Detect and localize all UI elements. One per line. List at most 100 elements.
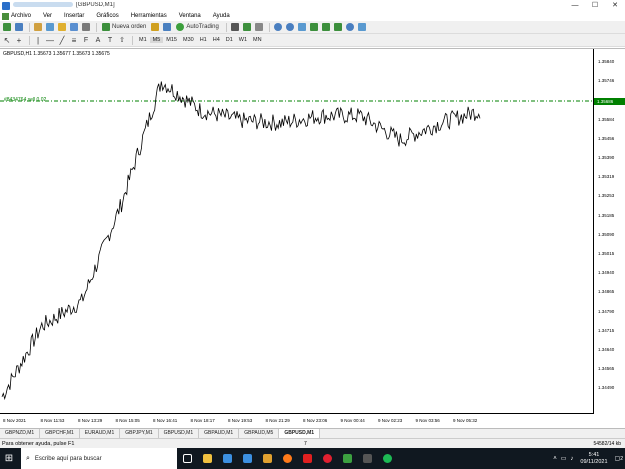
- redacted-title-blur: [13, 2, 73, 8]
- timeframe-w1[interactable]: W1: [236, 37, 250, 43]
- tile-windows-icon[interactable]: [297, 22, 307, 32]
- menu-ayuda[interactable]: Ayuda: [207, 11, 236, 21]
- fibonacci-icon[interactable]: F: [81, 35, 91, 45]
- separator: [29, 22, 30, 32]
- timeframe-h1[interactable]: H1: [197, 37, 210, 43]
- tester-icon[interactable]: [81, 22, 91, 32]
- app-icon-3[interactable]: [237, 448, 257, 469]
- y-tick-label: 1.34490: [598, 385, 615, 391]
- menu-herramientas[interactable]: Herramientas: [125, 11, 173, 21]
- tab-gbpaud-m1[interactable]: GBPAUD,M1: [199, 429, 240, 438]
- tab-euraud-m1[interactable]: EURAUD,M1: [80, 429, 121, 438]
- timeframe-m1[interactable]: M1: [136, 37, 150, 43]
- close-button[interactable]: ✕: [605, 0, 625, 11]
- timeframe-m15[interactable]: M15: [163, 37, 180, 43]
- chevron-up-icon[interactable]: ˄: [551, 456, 559, 462]
- profiles-button[interactable]: [14, 22, 24, 32]
- chart-window[interactable]: GBPUSD,H1 1.35673 1.35677 1.35673 1.3567…: [0, 48, 625, 428]
- taskbar-search-box[interactable]: ⌕ Escribe aquí para buscar: [21, 448, 177, 469]
- menu-bar: Archivo Ver Insertar Gráficos Herramient…: [0, 11, 625, 21]
- templates-icon[interactable]: [357, 22, 367, 32]
- metaeditor-icon[interactable]: [150, 22, 160, 32]
- volume-icon[interactable]: ♪: [568, 456, 575, 462]
- line-chart-icon[interactable]: [254, 22, 264, 32]
- candlestick-icon[interactable]: [242, 22, 252, 32]
- label-icon[interactable]: T: [105, 35, 115, 45]
- menu-insertar[interactable]: Insertar: [58, 11, 90, 21]
- tab-gbpaud-m5[interactable]: GBPAUD,M5: [239, 429, 280, 438]
- new-order-button[interactable]: Nueva orden: [100, 22, 148, 32]
- price-chart[interactable]: [0, 49, 625, 429]
- app-icon-4[interactable]: [257, 448, 277, 469]
- data-window-icon[interactable]: [45, 22, 55, 32]
- zoom-in-icon[interactable]: [273, 22, 283, 32]
- channel-icon[interactable]: ≡: [69, 35, 79, 45]
- y-tick-label: 1.35090: [598, 231, 615, 237]
- cursor-icon[interactable]: ↖: [2, 35, 12, 45]
- app-icon-6[interactable]: [297, 448, 317, 469]
- y-tick-label: 1.35390: [598, 155, 615, 160]
- separator: [96, 22, 97, 32]
- tab-gbpusd-m1-active[interactable]: GBPUSD,M1: [279, 429, 321, 438]
- x-tick-label: 8 Nov 2021: [3, 418, 27, 423]
- clock-date: 09/11/2021: [580, 458, 608, 465]
- market-watch-icon[interactable]: [33, 22, 43, 32]
- tab-gbpnzd-m1[interactable]: GBPNZD,M1: [0, 429, 41, 438]
- vertical-line-icon[interactable]: |: [33, 35, 43, 45]
- notification-icon[interactable]: ▢2: [613, 455, 625, 462]
- y-tick-label: 1.34790: [598, 308, 615, 314]
- menu-ventana[interactable]: Ventana: [173, 11, 207, 21]
- arrows-icon[interactable]: ⇧: [117, 35, 127, 45]
- windows-start-icon[interactable]: ⊞: [0, 448, 18, 469]
- trendline-icon[interactable]: ╱: [57, 35, 67, 45]
- navigator-icon[interactable]: [57, 22, 67, 32]
- time-axis: [0, 413, 594, 414]
- firefox-icon[interactable]: [277, 448, 297, 469]
- network-icon[interactable]: ▭: [559, 455, 569, 462]
- chart-shift-icon[interactable]: [321, 22, 331, 32]
- app-icon-1[interactable]: [197, 448, 217, 469]
- tab-gbpjpy-m1[interactable]: GBPJPY,M1: [120, 429, 159, 438]
- periods-icon[interactable]: [345, 22, 355, 32]
- zoom-out-icon[interactable]: [285, 22, 295, 32]
- app-icon-2[interactable]: [217, 448, 237, 469]
- timeframe-mn[interactable]: MN: [250, 37, 265, 43]
- taskbar-clock[interactable]: 5:41 09/11/2021: [575, 452, 612, 466]
- app-icon-9[interactable]: [357, 448, 377, 469]
- timeframe-h4[interactable]: H4: [210, 37, 223, 43]
- tab-gbpusd-m1[interactable]: GBPUSD,M1: [159, 429, 200, 438]
- spotify-icon[interactable]: [377, 448, 397, 469]
- status-code: 7: [303, 440, 307, 447]
- new-chart-button[interactable]: [2, 22, 12, 32]
- horizontal-line-icon[interactable]: —: [45, 35, 55, 45]
- terminal-icon[interactable]: [69, 22, 79, 32]
- x-tick-label: 9 Nov 02:23: [378, 418, 403, 423]
- timeframe-m30[interactable]: M30: [180, 37, 197, 43]
- order-label: #8434764 sell 0.02: [4, 97, 47, 103]
- y-tick-label: 1.35840: [598, 59, 615, 64]
- metatrader-icon: [2, 1, 10, 10]
- menu-ver[interactable]: Ver: [37, 11, 58, 21]
- menu-archivo[interactable]: Archivo: [9, 11, 37, 21]
- y-tick-label: 1.35584: [598, 116, 615, 122]
- tab-gbpchf-m1[interactable]: GBPCHF,M1: [40, 429, 80, 438]
- timeframe-m5[interactable]: M5: [149, 37, 164, 43]
- indicators-icon[interactable]: [333, 22, 343, 32]
- autoscroll-icon[interactable]: [309, 22, 319, 32]
- chart-menu-icon[interactable]: [2, 12, 9, 20]
- bar-chart-icon[interactable]: [230, 22, 240, 32]
- autotrading-button[interactable]: AutoTrading: [174, 22, 220, 32]
- x-tick-label: 8 Nov 21:29: [265, 418, 290, 423]
- x-tick-label: 9 Nov 05:32: [453, 418, 478, 423]
- x-tick-label: 8 Nov 13:29: [78, 418, 103, 423]
- crosshair-icon[interactable]: +: [14, 35, 24, 45]
- buy-sell-icon[interactable]: [162, 22, 172, 32]
- timeframe-d1[interactable]: D1: [223, 37, 236, 43]
- maximize-button[interactable]: ☐: [585, 0, 605, 11]
- opera-icon[interactable]: [317, 448, 337, 469]
- metatrader-taskbar-icon[interactable]: [337, 448, 357, 469]
- task-view-icon[interactable]: [177, 448, 197, 469]
- minimize-button[interactable]: —: [565, 0, 585, 11]
- menu-graficos[interactable]: Gráficos: [90, 11, 124, 21]
- text-icon[interactable]: A: [93, 35, 103, 45]
